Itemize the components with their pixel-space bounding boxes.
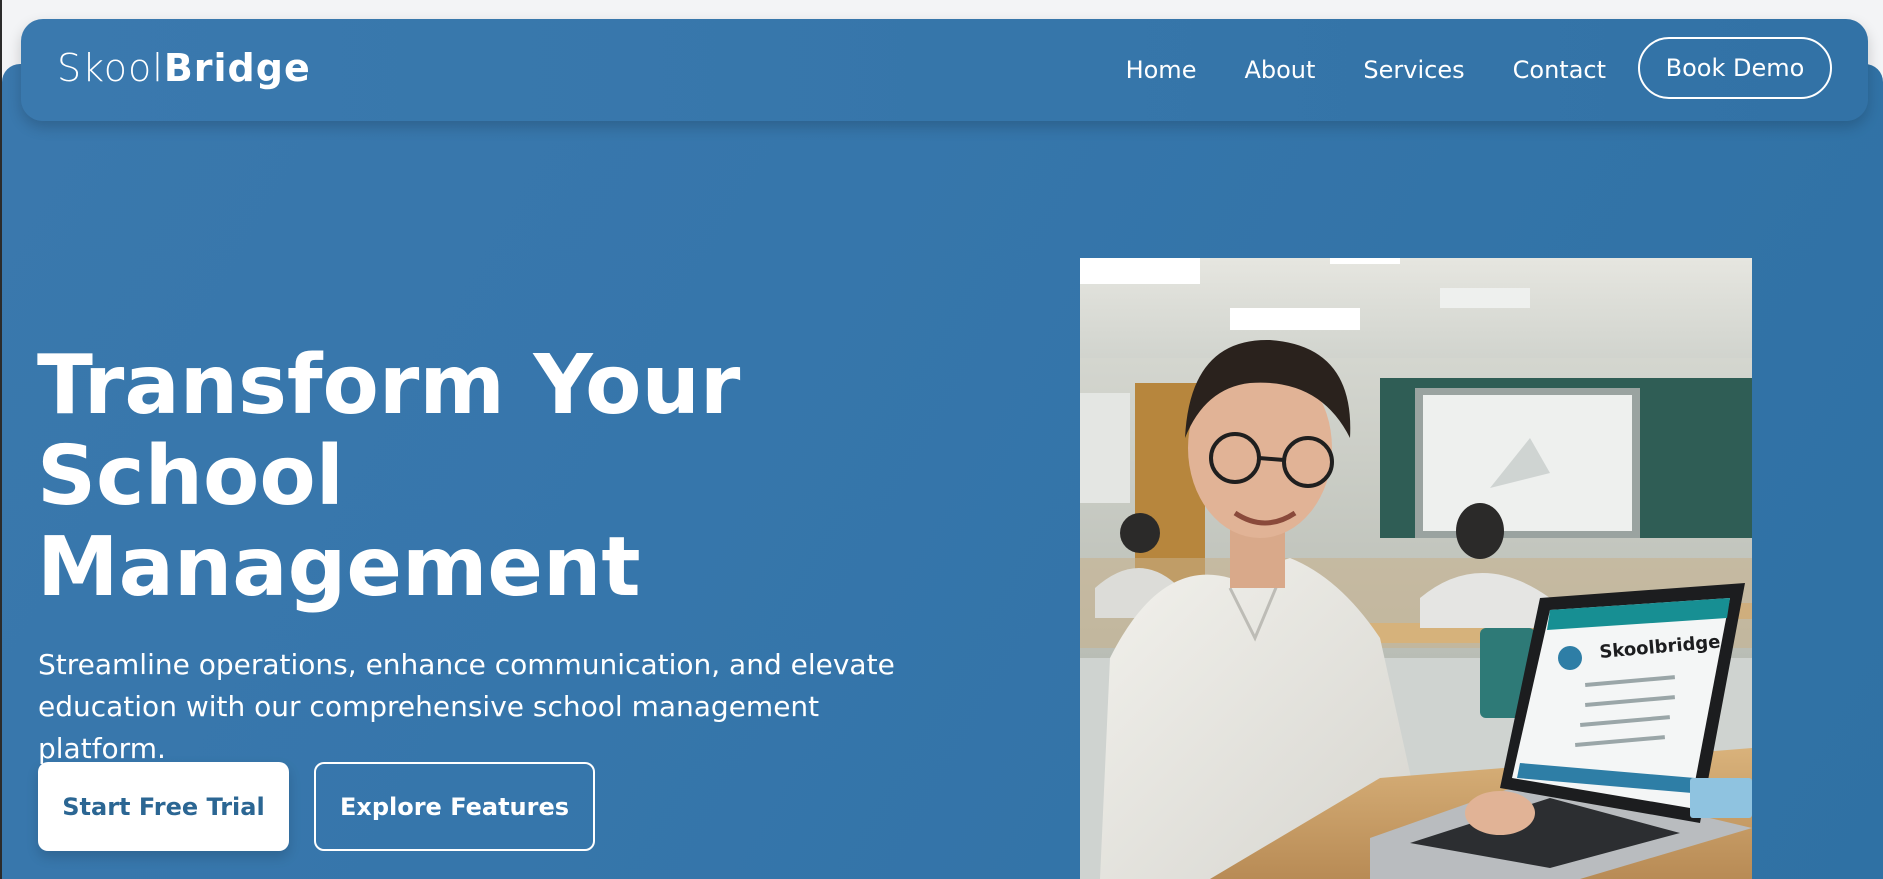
- book-demo-button[interactable]: Book Demo: [1638, 37, 1832, 99]
- hero-title-line: Transform Your: [37, 338, 741, 433]
- student-classroom-illustration: Skoolbridge: [1080, 258, 1752, 879]
- hero-subtitle-line: education with our comprehensive school …: [38, 690, 820, 765]
- navbar: Skool Bridge Home About Services Contact …: [21, 19, 1868, 121]
- hero-title-line: School: [37, 429, 344, 524]
- explore-features-button[interactable]: Explore Features: [314, 762, 595, 851]
- nav-link-about[interactable]: About: [1244, 56, 1315, 84]
- start-free-trial-button[interactable]: Start Free Trial: [38, 762, 289, 851]
- hero-subtitle: Streamline operations, enhance communica…: [38, 644, 938, 770]
- nav-link-contact[interactable]: Contact: [1513, 56, 1606, 84]
- nav-link-services[interactable]: Services: [1363, 56, 1464, 84]
- hero-title: Transform Your School Management: [37, 340, 797, 613]
- logo[interactable]: Skool Bridge: [57, 49, 311, 87]
- hero-image: Skoolbridge: [1080, 258, 1752, 879]
- logo-light-text: Skool: [57, 46, 164, 90]
- nav-links: Home About Services Contact: [1126, 19, 1606, 121]
- hero-title-line: Management: [37, 520, 641, 615]
- hero-subtitle-line: Streamline operations, enhance communica…: [38, 648, 895, 681]
- logo-bold-text: Bridge: [163, 46, 311, 90]
- nav-link-home[interactable]: Home: [1126, 56, 1197, 84]
